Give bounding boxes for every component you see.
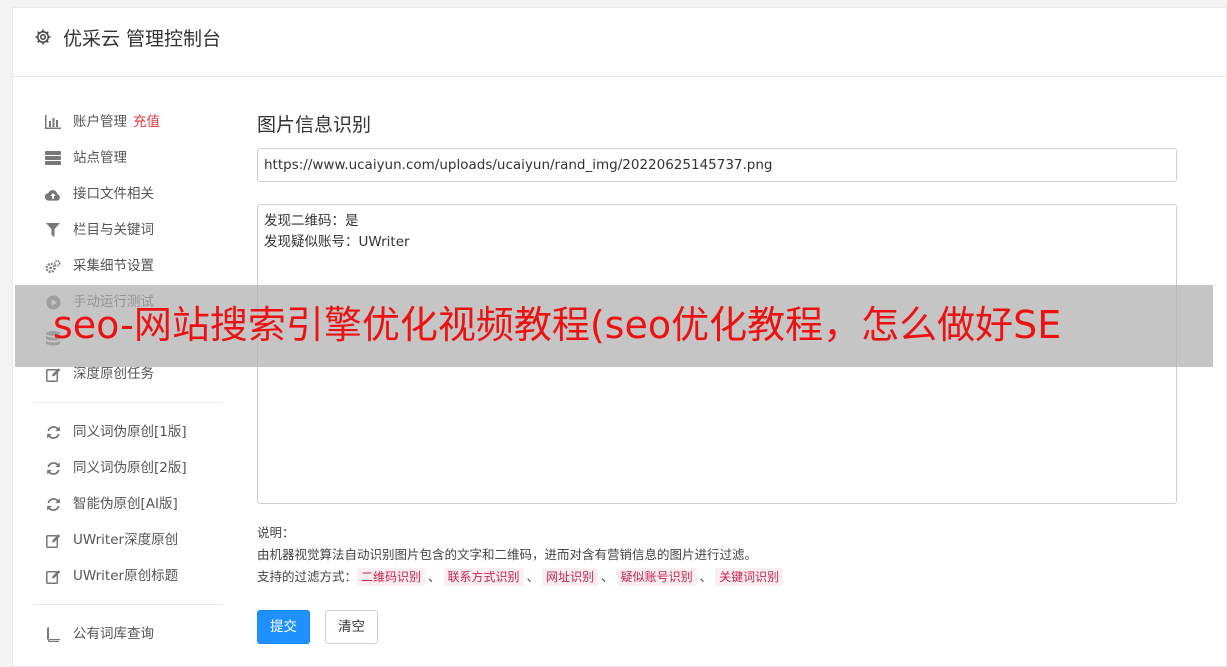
refresh-icon — [45, 424, 61, 440]
sidebar-item-label: 智能伪原创[AI版] — [73, 496, 178, 512]
edit-icon — [45, 366, 61, 382]
watermark-banner: seo-网站搜索引擎优化视频教程(seo优化教程，怎么做好SE — [15, 285, 1213, 367]
filter-icon — [45, 222, 61, 238]
page-title: 优采云 管理控制台 — [63, 28, 222, 50]
filter-chip: 网址识别 — [542, 568, 599, 586]
notes-heading: 说明： — [257, 525, 295, 540]
sidebar-item-label: UWriter深度原创 — [73, 532, 179, 548]
sidebar-item-label: 同义词伪原创[1版] — [73, 424, 187, 440]
refresh-icon — [45, 460, 61, 476]
sidebar-item-label: UWriter原创标题 — [73, 568, 179, 584]
sidebar-item-label: 接口文件相关 — [73, 186, 154, 202]
filter-separator: 、 — [428, 569, 441, 584]
sidebar-item[interactable]: 同义词伪原创[1版] — [33, 414, 223, 450]
clear-button[interactable]: 清空 — [325, 610, 378, 644]
gear-icon — [34, 28, 52, 46]
cloud-upload-icon — [45, 186, 61, 202]
edit-icon — [45, 568, 61, 584]
sidebar-item[interactable]: 智能伪原创[AI版] — [33, 486, 223, 522]
sidebar-item[interactable]: 采集细节设置 — [33, 248, 223, 284]
console-header: 优采云 管理控制台 — [13, 8, 1226, 77]
result-line: 发现疑似账号：UWriter — [264, 234, 410, 250]
sidebar-item-label: 公有词库查询 — [73, 626, 154, 642]
sidebar-item[interactable]: 站点管理 — [33, 140, 223, 176]
filter-chip: 联系方式识别 — [443, 568, 524, 586]
notes: 说明： 由机器视觉算法自动识别图片包含的文字和二维码，进而对含有营销信息的图片进… — [257, 522, 784, 588]
recharge-link[interactable]: 充值 — [133, 104, 160, 140]
sidebar-item-label: 账户管理 — [73, 114, 127, 130]
submit-button[interactable]: 提交 — [257, 610, 310, 644]
nav-divider — [33, 604, 223, 605]
sidebar-item[interactable]: UWriter原创标题 — [33, 558, 223, 594]
section-title: 图片信息识别 — [257, 114, 372, 136]
sidebar-item[interactable]: 同义词伪原创[2版] — [33, 450, 223, 486]
filter-methods: 支持的过滤方式： 二维码识别、联系方式识别、网址识别、疑似账号识别、关键词识别 — [257, 566, 784, 588]
edit-icon — [45, 532, 61, 548]
bar-chart-icon — [45, 114, 61, 130]
watermark-title: seo-网站搜索引擎优化视频教程(seo优化教程，怎么做好SE — [53, 303, 1062, 347]
sidebar-item[interactable]: 账户管理 充值 — [33, 104, 223, 140]
sidebar-item-label: 采集细节设置 — [73, 258, 154, 274]
filter-chip: 关键词识别 — [715, 568, 784, 586]
book-icon — [45, 626, 61, 642]
server-icon — [45, 150, 61, 166]
nav-divider — [33, 402, 223, 403]
sidebar-nav: 账户管理充值站点管理接口文件相关栏目与关键词采集细节设置手动运行测试深度原创任务… — [33, 104, 223, 652]
refresh-icon — [45, 496, 61, 512]
notes-description: 由机器视觉算法自动识别图片包含的文字和二维码，进而对含有营销信息的图片进行过滤。 — [257, 547, 758, 562]
sidebar-item[interactable]: 栏目与关键词 — [33, 212, 223, 248]
filter-separator: 、 — [601, 569, 614, 584]
result-line: 发现二维码：是 — [264, 213, 359, 229]
sidebar-item[interactable]: 接口文件相关 — [33, 176, 223, 212]
image-url-input[interactable] — [257, 148, 1177, 182]
filter-chip: 二维码识别 — [357, 568, 426, 586]
filter-prefix: 支持的过滤方式： — [257, 569, 358, 584]
filter-separator: 、 — [699, 569, 713, 584]
sidebar-item-label: 栏目与关键词 — [73, 222, 154, 238]
sidebar-item-label: 同义词伪原创[2版] — [73, 460, 187, 476]
cogs-icon — [45, 258, 61, 274]
sidebar-item-label: 站点管理 — [73, 150, 127, 166]
filter-chip: 疑似账号识别 — [616, 568, 697, 586]
sidebar-item[interactable]: 公有词库查询 — [33, 616, 223, 652]
sidebar-item[interactable]: UWriter深度原创 — [33, 522, 223, 558]
filter-separator: 、 — [526, 569, 540, 584]
